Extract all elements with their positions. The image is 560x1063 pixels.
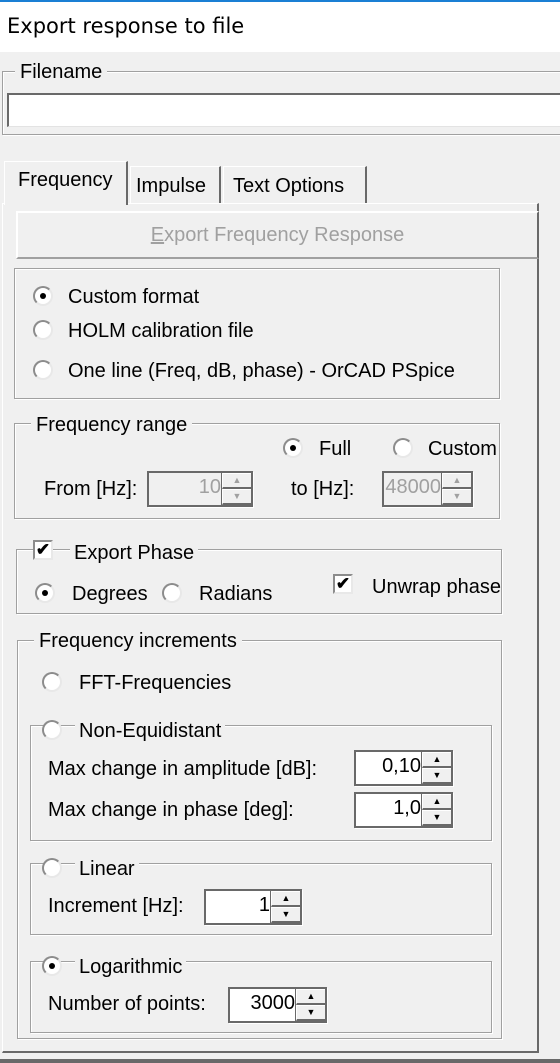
chevron-down-icon: ▼: [432, 812, 442, 822]
max-amplitude-up-button[interactable]: ▲: [422, 752, 451, 768]
increment-hz-spinner[interactable]: 1 ▲ ▼: [204, 889, 302, 925]
orcad-pspice-label: One line (Freq, dB, phase) - OrCAD PSpic…: [68, 360, 455, 382]
max-phase-label: Max change in phase [deg]:: [48, 799, 294, 821]
chevron-down-icon: ▼: [306, 1007, 316, 1017]
filename-input[interactable]: [7, 93, 560, 127]
number-of-points-arrows: ▲ ▼: [295, 989, 325, 1021]
increment-hz-value: 1: [258, 894, 270, 916]
range-full-radio[interactable]: [283, 438, 303, 458]
filename-legend: Filename: [15, 61, 108, 83]
max-amplitude-down-button[interactable]: ▼: [422, 768, 451, 784]
increment-hz-up-button[interactable]: ▲: [271, 891, 300, 907]
from-hz-label: From [Hz]:: [44, 478, 138, 500]
bottom-border: [0, 1059, 560, 1063]
logarithmic-label: Logarithmic: [75, 955, 187, 979]
from-hz-spinner[interactable]: 10 ▲ ▼: [147, 471, 253, 507]
export-phase-label: Export Phase: [70, 541, 199, 565]
fft-frequencies-radio[interactable]: [42, 672, 62, 692]
number-of-points-spinner[interactable]: 3000 ▲ ▼: [228, 987, 327, 1023]
tab-text-options-label: Text Options: [233, 175, 345, 197]
holm-calibration-radio[interactable]: [33, 320, 53, 340]
unwrap-phase-label: Unwrap phase: [372, 576, 501, 598]
chevron-down-icon: ▼: [281, 909, 291, 919]
tab-frequency[interactable]: Frequency: [4, 161, 128, 205]
export-button-label: xport Frequency Response: [164, 224, 405, 246]
degrees-label: Degrees: [72, 583, 148, 605]
export-frequency-response-button[interactable]: Export Frequency Response: [16, 211, 539, 259]
range-custom-label: Custom: [428, 438, 497, 460]
custom-format-radio[interactable]: [33, 286, 53, 306]
logarithmic-radio[interactable]: [42, 956, 62, 976]
chevron-down-icon: ▼: [232, 491, 242, 501]
non-equidistant-radio[interactable]: [42, 720, 62, 740]
linear-radio[interactable]: [42, 858, 62, 878]
chevron-up-icon: ▲: [232, 475, 242, 485]
chevron-up-icon: ▲: [306, 991, 316, 1001]
export-phase-checkbox[interactable]: ✔: [33, 540, 53, 560]
chevron-down-icon: ▼: [432, 770, 442, 780]
degrees-radio[interactable]: [35, 583, 55, 603]
orcad-pspice-radio[interactable]: [33, 360, 53, 380]
from-hz-value: 10: [198, 476, 221, 498]
number-of-points-value: 3000: [250, 992, 296, 1014]
radians-radio[interactable]: [162, 583, 182, 603]
max-amplitude-label: Max change in amplitude [dB]:: [48, 758, 318, 780]
max-amplitude-spinner[interactable]: 0,10 ▲ ▼: [354, 750, 453, 786]
custom-format-label: Custom format: [68, 286, 200, 308]
increment-hz-down-button[interactable]: ▼: [271, 907, 300, 923]
number-of-points-down-button[interactable]: ▼: [296, 1005, 325, 1021]
tab-impulse[interactable]: Impulse: [130, 166, 221, 204]
unwrap-phase-checkbox[interactable]: ✔: [333, 574, 353, 594]
max-phase-up-button[interactable]: ▲: [422, 794, 451, 810]
radians-label: Radians: [199, 583, 273, 605]
max-phase-arrows: ▲ ▼: [421, 794, 451, 826]
max-amplitude-arrows: ▲ ▼: [421, 752, 451, 784]
export-button-mnemonic: E: [150, 224, 165, 246]
holm-calibration-label: HOLM calibration file: [68, 320, 254, 342]
max-phase-spinner[interactable]: 1,0 ▲ ▼: [354, 792, 453, 828]
max-phase-value: 1,0: [393, 797, 421, 819]
from-hz-down-button[interactable]: ▼: [222, 489, 251, 505]
check-icon: ✔: [35, 540, 51, 559]
number-of-points-label: Number of points:: [48, 993, 206, 1015]
to-hz-label: to [Hz]:: [291, 478, 355, 500]
to-hz-arrows: ▲ ▼: [441, 473, 471, 505]
to-hz-down-button[interactable]: ▼: [442, 489, 471, 505]
linear-label: Linear: [75, 857, 139, 881]
tab-impulse-label: Impulse: [136, 175, 207, 197]
to-hz-up-button[interactable]: ▲: [442, 473, 471, 489]
chevron-down-icon: ▼: [452, 491, 462, 501]
chevron-up-icon: ▲: [432, 754, 442, 764]
to-hz-value: 48000: [385, 476, 441, 498]
title-bar: Export response to file: [0, 0, 560, 52]
max-phase-down-button[interactable]: ▼: [422, 810, 451, 826]
tab-frequency-label: Frequency: [18, 169, 113, 191]
frequency-range-legend: Frequency range: [31, 414, 193, 436]
tab-text-options[interactable]: Text Options: [223, 166, 367, 204]
check-icon: ✔: [335, 574, 351, 593]
from-hz-arrows: ▲ ▼: [221, 473, 251, 505]
range-full-label: Full: [319, 438, 352, 460]
chevron-up-icon: ▲: [452, 475, 462, 485]
to-hz-spinner[interactable]: 48000 ▲ ▼: [382, 471, 473, 507]
fft-frequencies-label: FFT-Frequencies: [79, 672, 232, 694]
number-of-points-up-button[interactable]: ▲: [296, 989, 325, 1005]
window-title: Export response to file: [7, 14, 245, 38]
non-equidistant-label: Non-Equidistant: [75, 719, 226, 743]
max-amplitude-value: 0,10: [382, 755, 421, 777]
chevron-up-icon: ▲: [281, 893, 291, 903]
increment-hz-label: Increment [Hz]:: [48, 895, 184, 917]
frequency-increments-legend: Frequency increments: [34, 630, 242, 652]
increment-hz-arrows: ▲ ▼: [270, 891, 300, 923]
from-hz-up-button[interactable]: ▲: [222, 473, 251, 489]
chevron-up-icon: ▲: [432, 796, 442, 806]
range-custom-radio[interactable]: [393, 438, 413, 458]
